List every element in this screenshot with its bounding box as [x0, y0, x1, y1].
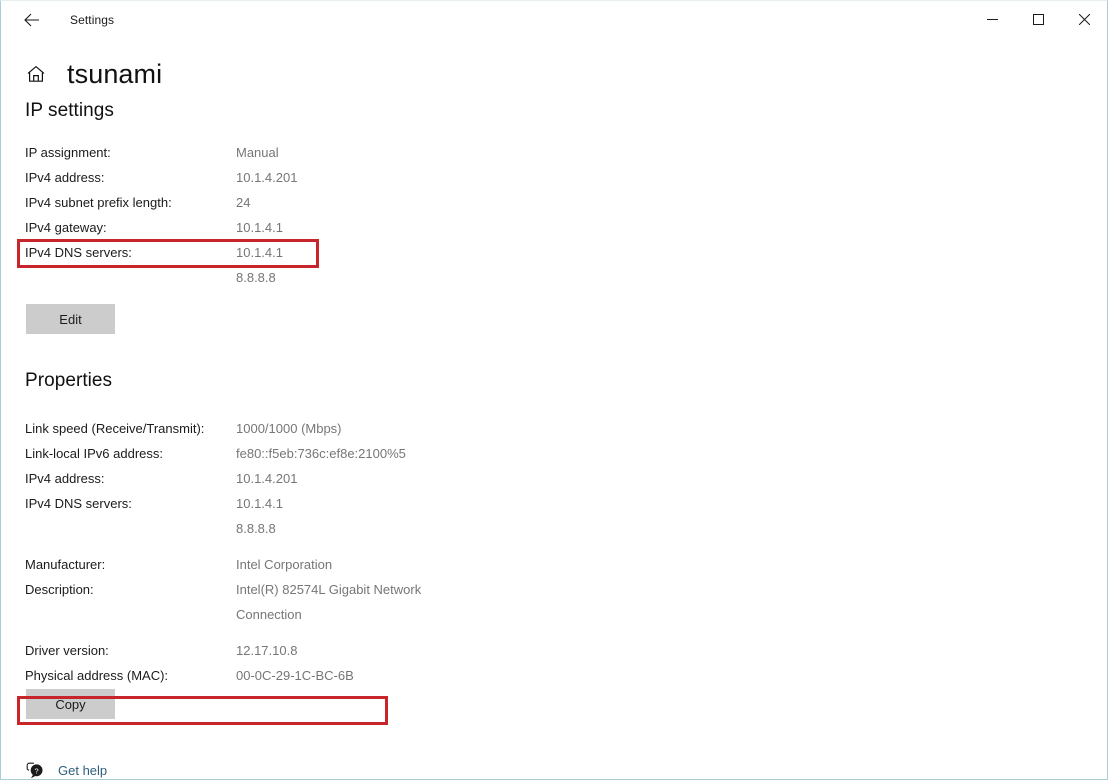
- detail-label: IP assignment:: [25, 145, 111, 160]
- detail-label: Description:: [25, 582, 94, 597]
- page-header: tsunami: [25, 56, 1107, 92]
- titlebar: Settings: [1, 1, 1107, 38]
- detail-row: IPv4 DNS servers: 10.1.4.1 8.8.8.8: [25, 491, 446, 541]
- detail-value: 10.1.4.1 8.8.8.8: [236, 496, 283, 536]
- detail-label: IPv4 DNS servers:: [25, 496, 132, 511]
- properties-heading: Properties: [25, 370, 113, 391]
- detail-value: 24: [236, 195, 251, 210]
- detail-label: IPv4 subnet prefix length:: [25, 195, 172, 210]
- detail-value: 10.1.4.201: [236, 471, 298, 486]
- home-icon[interactable]: [25, 63, 47, 85]
- detail-value: 10.1.4.201: [236, 170, 298, 185]
- help-bubble-glyph-icon: ?: [26, 762, 42, 778]
- ip-settings-list: IP assignment: Manual IPv4 address: 10.1…: [25, 140, 1107, 290]
- detail-value: Intel(R) 82574L Gigabit Network Connecti…: [236, 582, 422, 622]
- home-glyph-icon: [27, 65, 45, 82]
- detail-label: IPv4 address:: [25, 170, 105, 185]
- minimize-icon: [986, 19, 998, 20]
- maximize-icon: [1032, 14, 1044, 25]
- help-bubble-icon: ?: [25, 760, 45, 780]
- detail-row: IPv4 address: 10.1.4.201: [25, 165, 1107, 190]
- detail-row: IPv4 subnet prefix length: 24: [25, 190, 1107, 215]
- detail-row: IPv4 DNS servers: 10.1.4.1 8.8.8.8: [25, 240, 1107, 290]
- detail-row: Link-local IPv6 address: fe80::f5eb:736c…: [25, 441, 446, 466]
- svg-text:?: ?: [34, 766, 38, 775]
- detail-value: 10.1.4.1: [236, 220, 283, 235]
- detail-value: fe80::f5eb:736c:ef8e:2100%5: [236, 446, 406, 461]
- detail-value: Intel Corporation: [236, 557, 333, 572]
- detail-row: Manufacturer: Intel Corporation: [25, 552, 446, 577]
- detail-row: Description: Intel(R) 82574L Gigabit Net…: [25, 577, 446, 627]
- get-help-link[interactable]: Get help: [58, 763, 107, 778]
- detail-label: Driver version:: [25, 643, 109, 658]
- ip-settings-heading: IP settings: [25, 100, 114, 121]
- detail-label: Link speed (Receive/Transmit):: [25, 421, 205, 436]
- detail-row: IP assignment: Manual: [25, 140, 1107, 165]
- edit-button-container: Edit: [26, 304, 1107, 334]
- detail-row: Link speed (Receive/Transmit): 1000/1000…: [25, 416, 446, 441]
- copy-button-container: Copy: [26, 689, 115, 719]
- settings-content: tsunami IP settings IP assignment: Manua…: [1, 38, 1107, 779]
- close-icon: [1078, 14, 1090, 25]
- detail-label: Physical address (MAC):: [25, 668, 169, 683]
- detail-row: IPv4 address: 10.1.4.201: [25, 466, 446, 491]
- detail-value: 00-0C-29-1C-BC-6B: [236, 668, 354, 683]
- detail-label: IPv4 address:: [25, 471, 105, 486]
- detail-value: 10.1.4.1 8.8.8.8: [236, 245, 283, 285]
- settings-window: Settings tsunami IP settings IP assignme…: [0, 0, 1108, 780]
- maximize-button[interactable]: [1015, 1, 1061, 38]
- detail-value: 12.17.10.8: [236, 643, 298, 658]
- detail-value: 1000/1000 (Mbps): [236, 421, 342, 436]
- detail-row: IPv4 gateway: 10.1.4.1: [25, 215, 1107, 240]
- detail-value: Manual: [236, 145, 279, 160]
- copy-button[interactable]: Copy: [26, 689, 115, 719]
- back-arrow-icon: [23, 13, 39, 26]
- minimize-button[interactable]: [969, 1, 1015, 38]
- detail-row: Physical address (MAC): 00-0C-29-1C-BC-6…: [25, 663, 446, 688]
- detail-row: Driver version: 12.17.10.8: [25, 638, 446, 663]
- back-button[interactable]: [9, 4, 54, 36]
- window-controls: [969, 1, 1107, 38]
- titlebar-title: Settings: [70, 12, 115, 27]
- detail-label: Link-local IPv6 address:: [25, 446, 164, 461]
- close-button[interactable]: [1061, 1, 1107, 38]
- properties-list: Link speed (Receive/Transmit): 1000/1000…: [25, 416, 446, 688]
- detail-label: IPv4 gateway:: [25, 220, 107, 235]
- detail-label: Manufacturer:: [25, 557, 106, 572]
- detail-label: IPv4 DNS servers:: [25, 245, 132, 260]
- edit-button[interactable]: Edit: [26, 304, 115, 334]
- get-help-row[interactable]: ? Get help: [25, 760, 107, 780]
- page-title: tsunami: [67, 58, 163, 89]
